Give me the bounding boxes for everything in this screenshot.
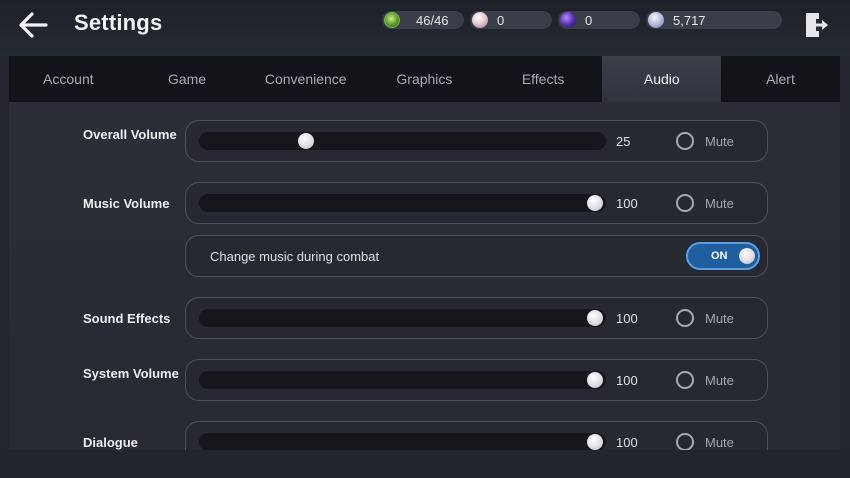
- page-title: Settings: [74, 10, 163, 35]
- arrow-left-icon: [19, 12, 48, 38]
- music-volume-slider[interactable]: [199, 194, 606, 212]
- system-volume-value: 100: [616, 373, 638, 388]
- overall-volume-row: 25 Mute: [185, 120, 768, 162]
- system-mute-radio[interactable]: [676, 371, 694, 389]
- tab-account[interactable]: Account: [9, 56, 128, 102]
- energy-icon: [384, 12, 400, 28]
- dialogue-mute-label: Mute: [705, 434, 734, 450]
- coin-counter[interactable]: 5,717: [646, 11, 782, 29]
- overall-mute-toggle[interactable]: Mute: [676, 131, 734, 151]
- dialogue-mute-toggle[interactable]: Mute: [676, 432, 734, 450]
- music-volume-handle[interactable]: [587, 195, 603, 211]
- tab-convenience[interactable]: Convenience: [246, 56, 365, 102]
- orb-value: 0: [585, 12, 593, 28]
- energy-value: 46/46: [416, 12, 449, 28]
- sound-effects-mute-label: Mute: [705, 310, 734, 326]
- dialogue-row: 100 Mute: [185, 421, 768, 450]
- tab-graphics[interactable]: Graphics: [365, 56, 484, 102]
- bottom-edge: [0, 450, 850, 478]
- system-mute-toggle[interactable]: Mute: [676, 370, 734, 390]
- music-mute-label: Mute: [705, 195, 734, 211]
- tab-audio[interactable]: Audio: [602, 56, 722, 102]
- overall-volume-value: 25: [616, 134, 631, 149]
- combat-music-toggle[interactable]: ON: [686, 242, 760, 270]
- dialogue-mute-radio[interactable]: [676, 433, 694, 450]
- audio-settings-panel: Overall Volume 25 Mute Music Volume 100 …: [9, 102, 840, 450]
- system-volume-label: System Volume: [83, 366, 179, 381]
- music-volume-value: 100: [616, 196, 638, 211]
- music-mute-toggle[interactable]: Mute: [676, 193, 734, 213]
- sound-effects-mute-toggle[interactable]: Mute: [676, 308, 734, 328]
- overall-volume-handle[interactable]: [298, 133, 315, 149]
- coin-icon: [648, 12, 664, 28]
- toggle-knob: [739, 248, 755, 264]
- sound-effects-value: 100: [616, 311, 638, 326]
- energy-counter[interactable]: 46/46: [382, 11, 464, 29]
- music-mute-radio[interactable]: [676, 194, 694, 212]
- pearl-counter[interactable]: 0: [470, 11, 552, 29]
- tab-bar: Account Game Convenience Graphics Effect…: [9, 56, 840, 102]
- orb-counter[interactable]: 0: [558, 11, 640, 29]
- sound-effects-slider[interactable]: [199, 309, 606, 327]
- tab-game[interactable]: Game: [128, 56, 247, 102]
- orb-icon: [560, 12, 576, 28]
- tab-alert[interactable]: Alert: [721, 56, 840, 102]
- exit-button[interactable]: [802, 10, 832, 40]
- sound-effects-row: 100 Mute: [185, 297, 768, 339]
- system-volume-handle[interactable]: [587, 372, 603, 388]
- pearl-value: 0: [497, 12, 505, 28]
- tab-effects[interactable]: Effects: [484, 56, 603, 102]
- sound-effects-handle[interactable]: [587, 310, 603, 326]
- system-mute-label: Mute: [705, 372, 734, 388]
- dialogue-value: 100: [616, 435, 638, 450]
- overall-volume-label: Overall Volume: [83, 127, 177, 142]
- combat-music-row: Change music during combat ON: [185, 235, 768, 277]
- overall-volume-slider[interactable]: [199, 132, 606, 150]
- combat-music-label: Change music during combat: [210, 249, 380, 264]
- toggle-state-label: ON: [711, 250, 728, 262]
- coin-value: 5,717: [673, 12, 706, 28]
- dialogue-handle[interactable]: [587, 434, 603, 450]
- overall-mute-label: Mute: [705, 133, 734, 149]
- music-volume-row: 100 Mute: [185, 182, 768, 224]
- music-volume-label: Music Volume: [83, 196, 170, 211]
- sound-effects-mute-radio[interactable]: [676, 309, 694, 327]
- system-volume-slider[interactable]: [199, 371, 606, 389]
- overall-mute-radio[interactable]: [676, 132, 694, 150]
- dialogue-slider[interactable]: [199, 433, 606, 450]
- top-bar: Settings 46/46 0 0 5,717: [0, 0, 850, 56]
- dialogue-label: Dialogue: [83, 435, 138, 450]
- pearl-icon: [472, 12, 488, 28]
- exit-icon: [806, 13, 828, 37]
- back-button[interactable]: [14, 8, 52, 42]
- sound-effects-label: Sound Effects: [83, 311, 171, 326]
- system-volume-row: 100 Mute: [185, 359, 768, 401]
